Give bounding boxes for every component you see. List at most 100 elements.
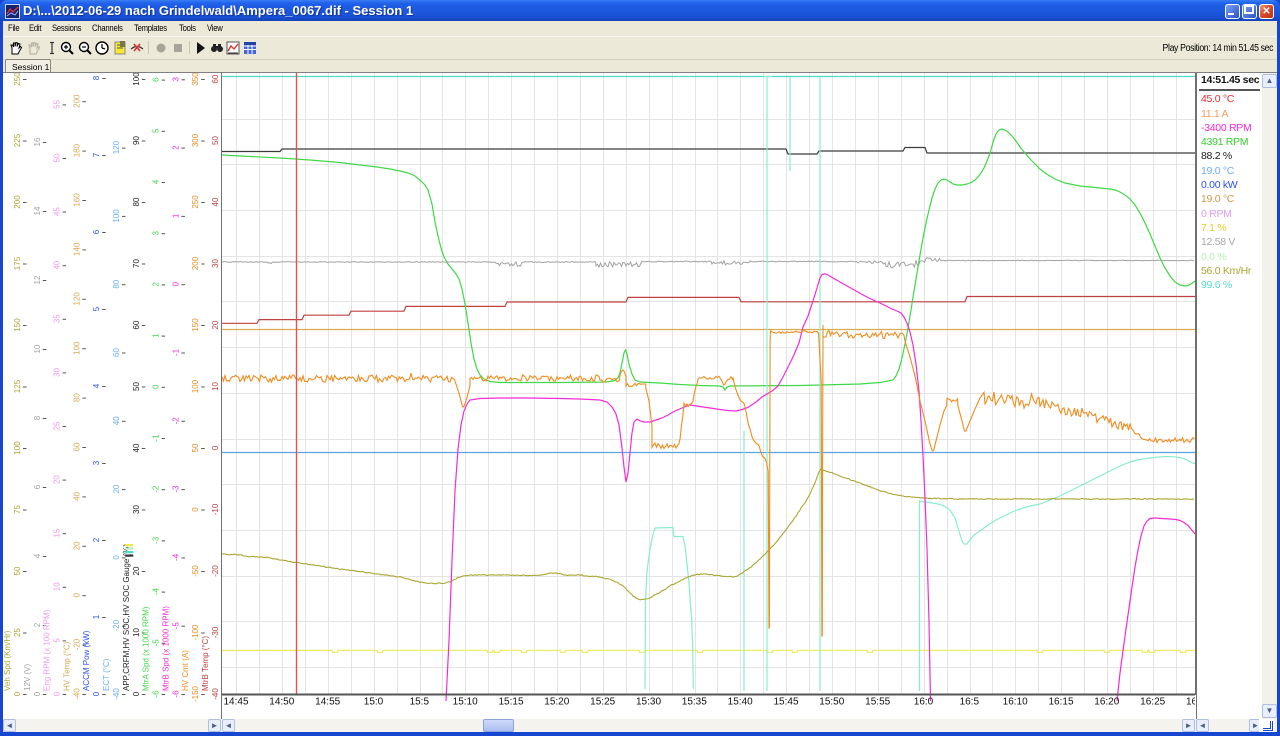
svg-text:100: 100 — [132, 73, 141, 86]
svg-text:10: 10 — [132, 628, 141, 637]
svg-text:HV Cmt (A): HV Cmt (A) — [181, 650, 190, 691]
svg-text:14: 14 — [33, 206, 42, 215]
svg-text:Eng RPM (x 100 RPM): Eng RPM (x 100 RPM) — [43, 609, 52, 691]
svg-text:HV Temp (°C): HV Temp (°C) — [62, 641, 71, 691]
svg-text:200: 200 — [72, 94, 81, 108]
svg-text:4: 4 — [92, 383, 101, 388]
svg-text:30: 30 — [53, 367, 62, 376]
svg-text:15:25: 15:25 — [590, 697, 615, 708]
svg-text:0: 0 — [53, 691, 62, 696]
svg-text:-1: -1 — [171, 348, 180, 356]
svg-text:80: 80 — [132, 197, 141, 206]
svg-text:-50: -50 — [191, 565, 200, 577]
svg-text:350: 350 — [191, 73, 200, 86]
svg-text:15:50: 15:50 — [819, 697, 844, 708]
svg-text:50: 50 — [53, 153, 62, 162]
svg-text:8: 8 — [92, 75, 101, 80]
svg-text:-3: -3 — [171, 485, 180, 493]
svg-text:15:30: 15:30 — [636, 697, 661, 708]
svg-text:3: 3 — [152, 230, 161, 235]
svg-text:-30: -30 — [211, 626, 220, 638]
svg-text:20: 20 — [211, 320, 220, 329]
svg-text:-5: -5 — [171, 622, 180, 630]
svg-text:35: 35 — [53, 314, 62, 323]
svg-text:-6: -6 — [171, 690, 180, 698]
svg-text:-2: -2 — [171, 417, 180, 425]
svg-text:-6: -6 — [152, 690, 161, 698]
svg-text:150: 150 — [191, 318, 200, 332]
svg-text:16:20: 16:20 — [1094, 697, 1119, 708]
svg-text:7: 7 — [92, 152, 101, 157]
svg-text:0: 0 — [211, 445, 220, 450]
svg-text:90: 90 — [132, 136, 141, 145]
svg-text:15:40: 15:40 — [728, 697, 753, 708]
svg-text:70: 70 — [132, 259, 141, 268]
svg-text:16:10: 16:10 — [1003, 697, 1028, 708]
svg-text:250: 250 — [191, 195, 200, 209]
svg-text:1: 1 — [152, 333, 161, 338]
svg-text:20: 20 — [53, 475, 62, 484]
svg-text:16:25: 16:25 — [1140, 697, 1165, 708]
svg-text:50: 50 — [191, 443, 200, 452]
svg-text:15:5: 15:5 — [410, 697, 430, 708]
svg-text:20: 20 — [132, 566, 141, 575]
svg-text:6: 6 — [92, 229, 101, 234]
svg-text:15:10: 15:10 — [453, 697, 478, 708]
svg-text:0: 0 — [171, 281, 180, 286]
svg-text:-3: -3 — [152, 536, 161, 544]
svg-text:15: 15 — [53, 528, 62, 537]
svg-text:45: 45 — [53, 207, 62, 216]
svg-text:160: 160 — [72, 193, 81, 207]
svg-text:10: 10 — [211, 382, 220, 391]
svg-text:175: 175 — [13, 256, 22, 270]
svg-text:MtrB Temp (°C): MtrB Temp (°C) — [201, 636, 210, 691]
svg-text:120: 120 — [112, 140, 121, 154]
svg-text:1: 1 — [92, 614, 101, 619]
svg-text:3: 3 — [92, 460, 101, 465]
svg-text:1: 1 — [171, 213, 180, 218]
svg-text:150: 150 — [13, 318, 22, 332]
svg-text:-10: -10 — [211, 503, 220, 515]
svg-text:15:0: 15:0 — [364, 697, 384, 708]
svg-text:5: 5 — [53, 638, 62, 643]
svg-text:-150: -150 — [191, 685, 200, 702]
svg-text:20: 20 — [112, 484, 121, 493]
svg-text:-4: -4 — [171, 553, 180, 561]
svg-text:30: 30 — [132, 505, 141, 514]
svg-text:40: 40 — [112, 416, 121, 425]
svg-text:0: 0 — [152, 384, 161, 389]
svg-text:15:55: 15:55 — [865, 697, 890, 708]
svg-text:80: 80 — [72, 393, 81, 402]
svg-text:50: 50 — [132, 382, 141, 391]
svg-text:140: 140 — [72, 242, 81, 256]
svg-text:180: 180 — [72, 143, 81, 157]
svg-text:-40: -40 — [72, 688, 81, 700]
svg-text:50: 50 — [211, 136, 220, 145]
svg-text:80: 80 — [112, 279, 121, 288]
svg-text:100: 100 — [191, 379, 200, 393]
svg-text:-2: -2 — [152, 485, 161, 493]
svg-text:40: 40 — [72, 491, 81, 500]
svg-text:16:5: 16:5 — [960, 697, 980, 708]
svg-text:10: 10 — [33, 344, 42, 353]
svg-text:15:20: 15:20 — [544, 697, 569, 708]
svg-text:MtrA Spd (x 1000 RPM): MtrA Spd (x 1000 RPM) — [142, 606, 151, 691]
svg-text:60: 60 — [112, 348, 121, 357]
svg-text:-5: -5 — [152, 639, 161, 647]
svg-text:ECT (°C): ECT (°C) — [102, 658, 111, 691]
svg-text:5: 5 — [92, 306, 101, 311]
svg-text:8: 8 — [33, 415, 42, 420]
svg-text:-40: -40 — [112, 688, 121, 700]
svg-text:APP,CRFM,HV SOC,HV SOC Gauge (: APP,CRFM,HV SOC,HV SOC Gauge (%) — [122, 544, 131, 691]
svg-text:120: 120 — [72, 292, 81, 306]
svg-text:15:35: 15:35 — [682, 697, 707, 708]
svg-text:0: 0 — [33, 691, 42, 696]
svg-text:16:30: 16:30 — [1186, 697, 1195, 708]
svg-text:15:15: 15:15 — [498, 697, 523, 708]
svg-text:75: 75 — [13, 505, 22, 514]
svg-text:14:45: 14:45 — [223, 697, 248, 708]
svg-text:25: 25 — [53, 421, 62, 430]
svg-text:300: 300 — [191, 133, 200, 147]
svg-text:50: 50 — [13, 566, 22, 575]
svg-text:40: 40 — [132, 443, 141, 452]
